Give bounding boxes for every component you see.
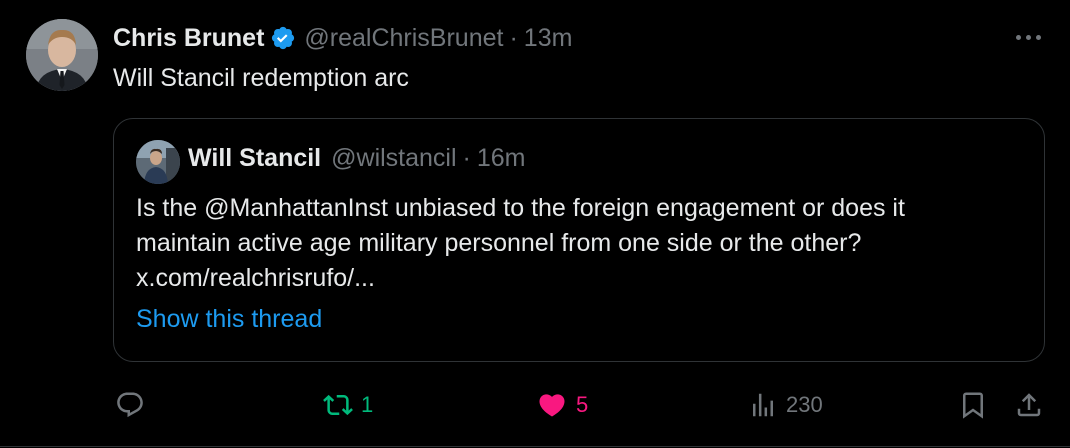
- author-avatar[interactable]: [26, 19, 98, 91]
- views-icon: [748, 390, 778, 420]
- quoted-author-avatar: [136, 140, 180, 184]
- show-thread-link[interactable]: Show this thread: [136, 305, 322, 334]
- author-handle[interactable]: @realChrisBrunet: [304, 24, 503, 53]
- quoted-separator-dot: ·: [462, 144, 471, 172]
- views-count: 230: [786, 392, 823, 417]
- quoted-tweet-header: Will Stancil @wilstancil · 16m: [188, 144, 526, 173]
- retweet-count: 1: [361, 392, 374, 417]
- share-button[interactable]: [1014, 384, 1044, 426]
- author-name[interactable]: Chris Brunet: [113, 24, 264, 53]
- tweet-time[interactable]: 13m: [524, 24, 573, 53]
- views-button[interactable]: 230: [748, 384, 823, 426]
- quoted-tweet-text: Is the @ManhattanInst unbiased to the fo…: [136, 191, 1026, 296]
- divider: [0, 446, 1070, 447]
- action-bar: 1 5 230: [0, 384, 1070, 426]
- tweet-text: Will Stancil redemption arc: [113, 64, 409, 92]
- quoted-text-line-1: Is the @ManhattanInst unbiased to the fo…: [136, 194, 905, 222]
- more-icon[interactable]: [1010, 22, 1046, 52]
- quoted-text-line-2: maintain active age military personnel f…: [136, 229, 862, 257]
- retweet-button[interactable]: 1: [323, 384, 373, 426]
- quoted-tweet[interactable]: Will Stancil @wilstancil · 16m Is the @M…: [113, 118, 1045, 362]
- separator-dot: ·: [509, 23, 518, 52]
- quoted-author-handle[interactable]: @wilstancil: [331, 144, 456, 173]
- retweet-icon: [323, 390, 353, 420]
- quoted-text-link[interactable]: x.com/realchrisrufo/...: [136, 261, 1026, 296]
- bookmark-button[interactable]: [958, 384, 988, 426]
- heart-icon: [536, 390, 568, 420]
- tweet-header: Chris Brunet @realChrisBrunet · 13m: [113, 20, 572, 56]
- reply-button[interactable]: [115, 384, 153, 426]
- verified-badge-icon[interactable]: [270, 25, 296, 51]
- like-count: 5: [576, 392, 589, 417]
- bookmark-icon: [958, 390, 988, 420]
- like-button[interactable]: 5: [536, 384, 588, 426]
- reply-icon: [115, 390, 145, 420]
- quoted-tweet-time[interactable]: 16m: [477, 144, 526, 173]
- share-icon: [1014, 390, 1044, 420]
- quoted-author-name[interactable]: Will Stancil: [188, 144, 321, 173]
